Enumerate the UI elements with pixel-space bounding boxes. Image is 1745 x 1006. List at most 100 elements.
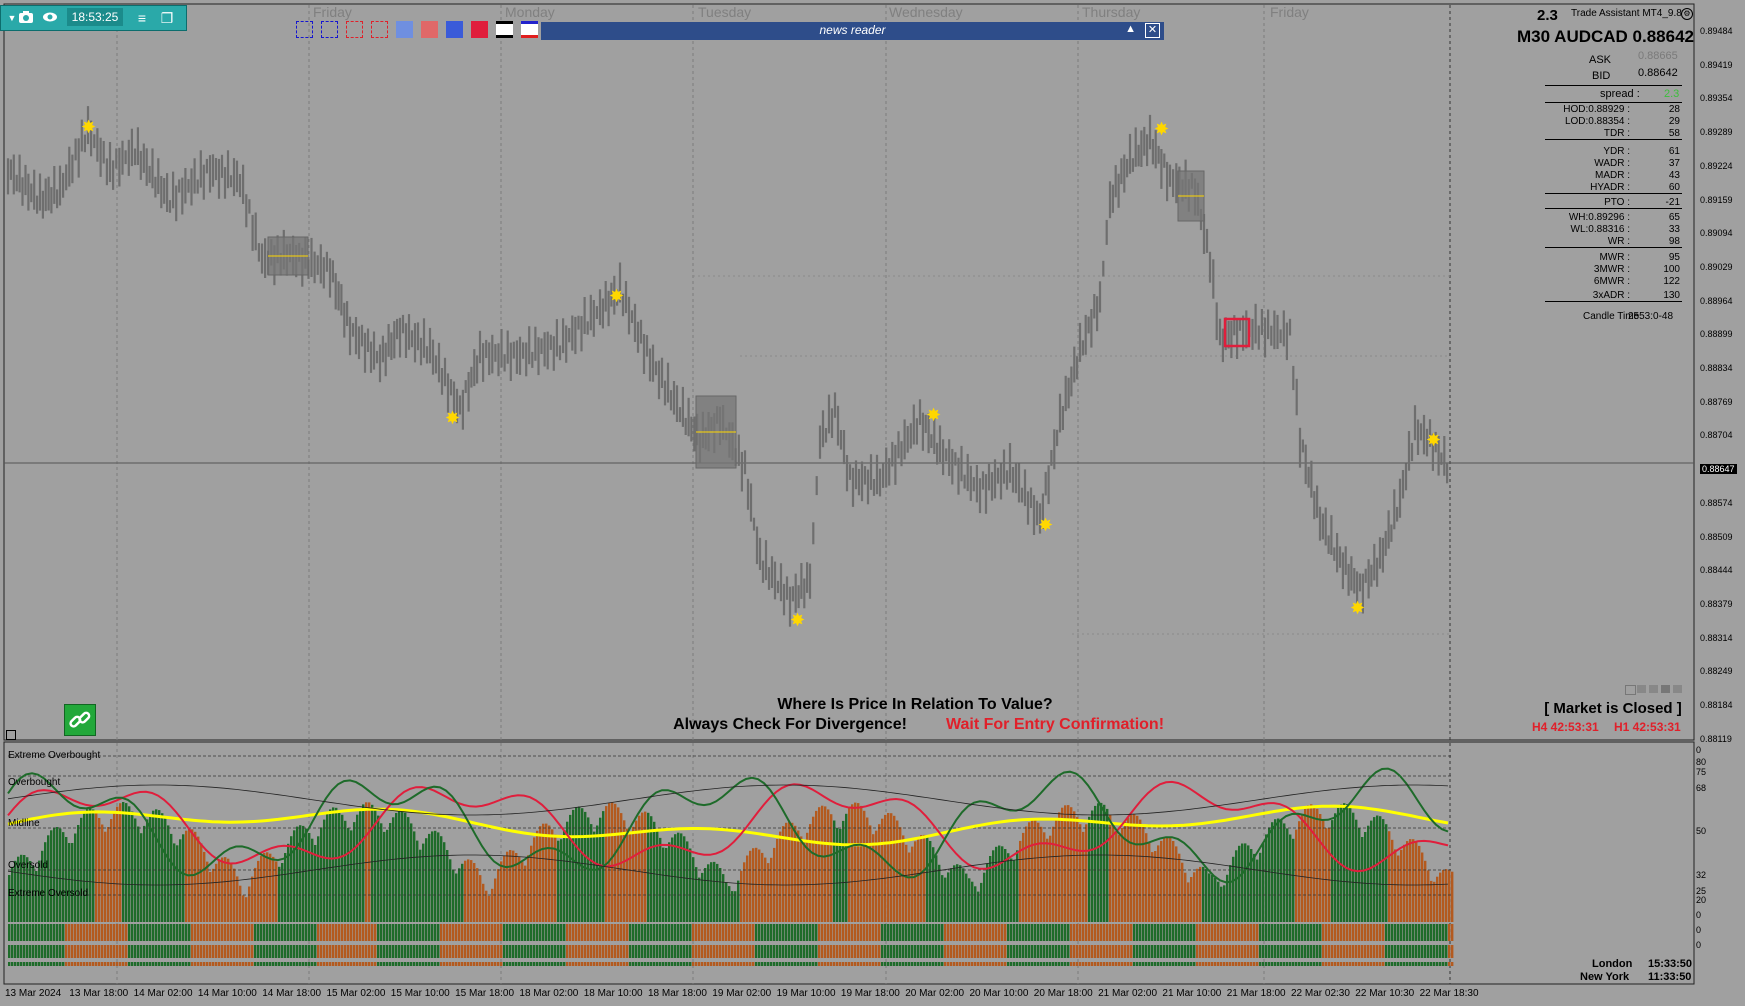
trend-band [257,962,260,966]
trend-band [1151,924,1154,941]
time-axis-label: 13 Mar 2024 [5,988,62,999]
trend-band [833,962,836,966]
trend-band [779,962,782,966]
histogram-bar [920,835,923,922]
trend-band [428,924,431,941]
window-icon[interactable]: ❐ [158,9,176,27]
trend-band [1442,962,1445,966]
trend-band [1139,962,1142,966]
trend-band [674,945,677,958]
trend-band [1262,962,1265,966]
trend-band [1355,945,1358,958]
trend-band [905,962,908,966]
trend-band [467,945,470,958]
signal-line-yellow [7,804,1449,847]
trend-band [815,962,818,966]
trend-band [761,924,764,941]
settings-icon[interactable]: ⚙ [1681,8,1693,20]
chart-corner-box[interactable] [6,730,16,740]
trend-band [821,962,824,966]
trend-band [1250,962,1253,966]
trend-band [68,924,71,941]
rect-red-dotted-swatch[interactable] [371,21,388,38]
histogram-bar [1358,827,1361,922]
trend-band [272,945,275,958]
trend-band [35,924,38,941]
trend-band [365,924,368,941]
histogram-bar [902,835,905,922]
trend-band [143,945,146,958]
trend-band [758,924,761,941]
close-icon[interactable]: ✕ [1145,23,1160,38]
trend-band [1115,924,1118,941]
trend-band [20,924,23,941]
mini-box[interactable] [1625,685,1636,695]
histogram-bar [1040,826,1043,922]
trend-band [1445,924,1448,941]
trend-band [659,962,662,966]
trend-band [602,962,605,966]
trend-band [581,945,584,958]
trend-band [1193,962,1196,966]
fill-blue-swatch[interactable] [446,21,463,38]
line-bluered-swatch[interactable] [521,21,538,38]
trend-band [1427,924,1430,941]
mini-box[interactable] [1649,685,1658,693]
eye-icon[interactable] [41,9,59,27]
camera-icon[interactable] [17,9,35,27]
mini-box[interactable] [1673,685,1682,693]
trend-band [1055,945,1058,958]
trend-band [284,945,287,958]
histogram-bar [539,826,542,922]
trend-band [398,924,401,941]
trend-band [452,945,455,958]
trend-band [737,962,740,966]
rect-blue-dashed-swatch[interactable] [296,21,313,38]
histogram-bar [1193,872,1196,922]
trend-band [1148,962,1151,966]
trend-band [350,945,353,958]
histogram-bar [929,841,932,922]
swing-star-icon: ✸ [1426,430,1441,451]
histogram-bar [185,830,188,922]
panel-divider [1545,301,1682,302]
histogram-bar [1361,837,1364,922]
price-axis-label: 0.89354 [1700,93,1733,103]
rect-red-dashed-swatch[interactable] [346,21,363,38]
trend-band [533,945,536,958]
trend-band [692,962,695,966]
trend-band [554,924,557,941]
mini-box[interactable] [1637,685,1646,693]
trend-band [863,924,866,941]
trend-band [1349,945,1352,958]
news-reader-bar[interactable]: news reader ▲ ✕ [541,22,1164,40]
trend-band [653,945,656,958]
collapse-up-icon[interactable]: ▲ [1125,23,1136,35]
trend-band [497,962,500,966]
histogram-bar [758,849,761,922]
histogram-bar [1010,858,1013,922]
trend-band [419,924,422,941]
mini-box[interactable] [1661,685,1670,693]
line-black-swatch[interactable] [496,21,513,38]
fill-lightblue-swatch[interactable] [396,21,413,38]
histogram-bar [953,865,956,922]
histogram-bar [995,846,998,922]
trend-band [128,924,131,941]
trend-band [473,962,476,966]
menu-icon[interactable]: ≡ [133,9,151,27]
trend-band [77,945,80,958]
histogram-bar [1160,840,1163,922]
trend-band [215,945,218,958]
fill-lightred-swatch[interactable] [421,21,438,38]
trend-band [869,945,872,958]
price-chart[interactable]: ✸✸✸✸✸✸✸✸✸ [0,0,1745,1006]
trend-band [764,962,767,966]
trend-band [1160,924,1163,941]
trend-band [140,945,143,958]
trend-band [278,962,281,966]
trend-band [644,962,647,966]
link-icon[interactable] [64,704,96,736]
fill-red-swatch[interactable] [471,21,488,38]
rect-blue-dotted-swatch[interactable] [321,21,338,38]
